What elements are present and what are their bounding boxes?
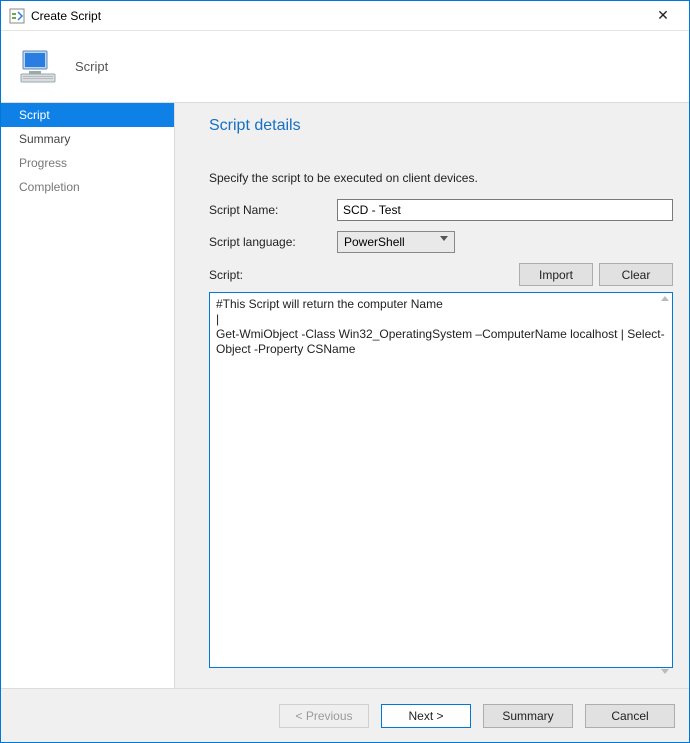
row-script-actions: Script: Import Clear <box>209 263 673 286</box>
computer-icon <box>19 47 59 87</box>
summary-button[interactable]: Summary <box>483 704 573 728</box>
close-icon: ✕ <box>657 7 669 24</box>
row-script-name: Script Name: <box>209 199 673 221</box>
wizard-sidebar: Script Summary Progress Completion <box>1 103 175 688</box>
body-area: Script Summary Progress Completion Scrip… <box>1 103 689 688</box>
titlebar: Create Script ✕ <box>1 1 689 31</box>
scroll-down-icon <box>661 669 669 674</box>
next-button[interactable]: Next > <box>381 704 471 728</box>
chevron-down-icon <box>440 236 448 241</box>
sidebar-step-summary[interactable]: Summary <box>1 127 174 151</box>
cancel-button[interactable]: Cancel <box>585 704 675 728</box>
main-panel: Script details Specify the script to be … <box>175 103 689 688</box>
previous-button: < Previous <box>279 704 369 728</box>
page-heading: Script details <box>209 117 673 135</box>
label-script-name: Script Name: <box>209 203 337 217</box>
sidebar-step-script[interactable]: Script <box>1 103 174 127</box>
window-title: Create Script <box>31 9 101 23</box>
app-icon <box>9 8 25 24</box>
sidebar-step-progress: Progress <box>1 151 174 175</box>
label-script: Script: <box>209 268 337 282</box>
import-button[interactable]: Import <box>519 263 593 286</box>
script-textarea[interactable] <box>209 292 673 668</box>
script-name-input[interactable] <box>337 199 673 221</box>
banner-label: Script <box>75 59 108 74</box>
header-banner: Script <box>1 31 689 103</box>
hint-text: Specify the script to be executed on cli… <box>209 171 673 185</box>
script-language-select[interactable]: PowerShell <box>337 231 455 253</box>
sidebar-step-completion: Completion <box>1 175 174 199</box>
wizard-footer: < Previous Next > Summary Cancel <box>1 688 689 742</box>
label-script-language: Script language: <box>209 235 337 249</box>
clear-button[interactable]: Clear <box>599 263 673 286</box>
script-language-value: PowerShell <box>344 235 405 249</box>
close-button[interactable]: ✕ <box>641 2 685 30</box>
row-script-language: Script language: PowerShell <box>209 231 673 253</box>
scroll-up-icon <box>661 296 669 301</box>
